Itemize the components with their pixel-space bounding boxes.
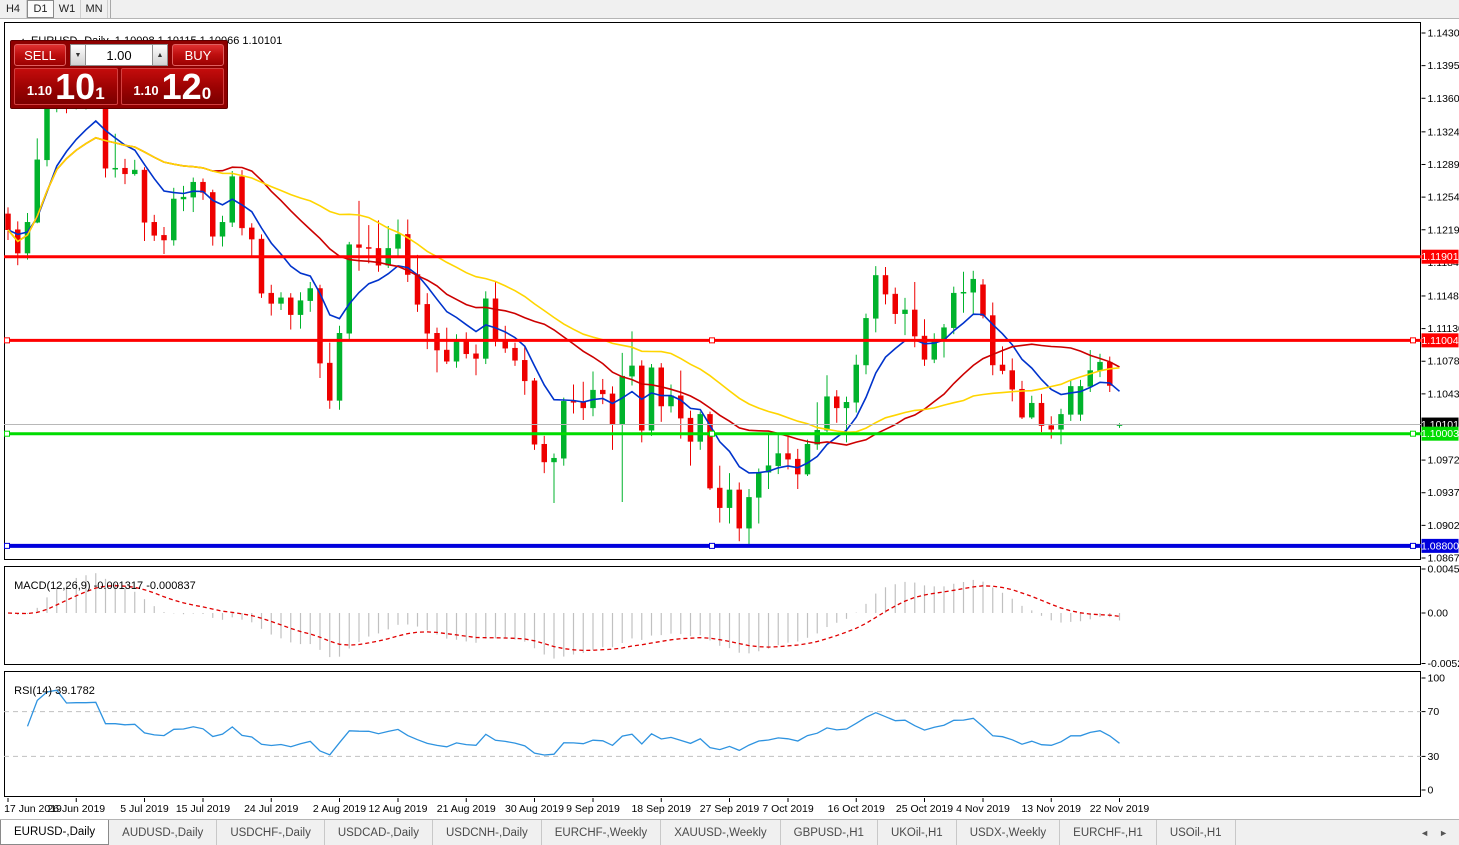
rsi-name: RSI(14) [14,685,53,697]
date-tick-label: 27 Sep 2019 [700,803,760,815]
sell-price-small: 1.10 [26,83,53,98]
timeframe-toolbar: H4 D1 W1 MN [0,0,1459,19]
tabs-scroll-left-icon[interactable]: ◄ [1415,828,1434,838]
buy-button[interactable]: BUY [172,44,224,66]
date-tick-label: 15 Jul 2019 [176,803,230,815]
sell-price-box[interactable]: 1.10 10 1 [14,68,118,105]
rsi-indicator-label: RSI(14) 39.1782 [8,673,95,697]
date-tick-label: 12 Aug 2019 [369,803,428,815]
rsi-pane[interactable] [4,671,1421,797]
date-tick-label: 16 Oct 2019 [828,803,885,815]
line-handle[interactable] [709,430,715,437]
axis-tick-label: 1.12540 [1428,192,1459,204]
axis-tick-label: 1.13240 [1428,126,1459,138]
line-handle[interactable] [709,542,715,549]
sell-price-sup: 1 [95,84,105,103]
axis-tick-label: 1.09370 [1428,487,1459,499]
date-tick-label: 26 Jun 2019 [47,803,105,815]
axis-tick-label: 1.14300 [1428,28,1459,40]
volume-input[interactable]: 1.00 [86,44,152,66]
macd-name: MACD(12,26,9) [14,580,91,592]
axis-tick-label: 100 [1428,673,1446,685]
rsi-value: 39.1782 [55,685,95,697]
chart-tab-usdchf-daily[interactable]: USDCHF-,Daily [217,820,325,845]
buy-price-big: 12 [161,66,202,108]
timeframe-button-mn[interactable]: MN [81,0,108,18]
chart-tab-usdcad-daily[interactable]: USDCAD-,Daily [325,820,433,845]
axis-tick-label: 1.11480 [1428,290,1459,302]
timeframe-button-h4[interactable]: H4 [0,0,27,18]
chart-tab-gbpusd-h1[interactable]: GBPUSD-,H1 [781,820,878,845]
axis-tick-label: 1.10430 [1428,388,1459,400]
chart-tab-audusd-daily[interactable]: AUDUSD-,Daily [109,820,218,845]
buy-price-box[interactable]: 1.10 12 0 [120,66,224,108]
axis-tick-label: 1.12190 [1428,224,1459,236]
axis-tick-label: 0 [1428,785,1434,797]
buy-price-sup: 0 [201,84,212,103]
date-tick-label: 25 Oct 2019 [896,803,953,815]
chart-tab-eurchf-weekly[interactable]: EURCHF-,Weekly [542,820,662,845]
axis-tick-label: 1.12890 [1428,159,1459,171]
macd-indicator-label: MACD(12,26,9) -0.001317 -0.000837 [8,568,196,592]
date-tick-label: 4 Nov 2019 [956,803,1010,815]
sell-price-big: 10 [55,66,96,108]
tab-scroll-arrows: ◄ ► [1415,820,1459,845]
price-axis: 1.14300 1.13950 1.13600 1.13240 1.12890 1.125… [1421,28,1459,797]
date-tick-label: 21 Aug 2019 [437,803,496,815]
line-handle[interactable] [1410,430,1416,437]
chart-tabbar: EURUSD-,Daily AUDUSD-,Daily USDCHF-,Daily U… [0,819,1459,845]
chart-tab-usdcnh-daily[interactable]: USDCNH-,Daily [433,820,542,845]
date-tick-label: 13 Nov 2019 [1021,803,1081,815]
chart-tab-xauusd-weekly[interactable]: XAUUSD-,Weekly [661,820,781,845]
chart-tab-eurusd-daily[interactable]: EURUSD-,Daily [0,820,110,845]
date-tick-label: 9 Sep 2019 [566,803,620,815]
chart-tab-ukoil-h1[interactable]: UKOil-,H1 [878,820,957,845]
price-badge-label: 1.08800 [1421,540,1459,552]
line-handle[interactable] [709,337,715,344]
axis-tick-label: 30 [1428,751,1440,763]
axis-tick-label: 1.09720 [1428,455,1459,467]
chart-tab-eurchf-h1[interactable]: EURCHF-,H1 [1060,820,1157,845]
line-handle[interactable] [1410,542,1416,549]
date-tick-label: 30 Aug 2019 [505,803,564,815]
date-tick-label: 22 Nov 2019 [1090,803,1150,815]
timeframe-button-d1[interactable]: D1 [27,0,54,18]
line-handle[interactable] [4,337,10,344]
date-tick-label: 2 Aug 2019 [313,803,366,815]
price-badge-label: 1.11901 [1421,251,1458,263]
line-handle[interactable] [4,430,10,437]
chart-tab-usdx-weekly[interactable]: USDX-,Weekly [957,820,1061,845]
axis-tick-label: 0.004536 [1428,564,1459,576]
price-badge-label: 1.10003 [1421,428,1459,440]
date-tick-label: 5 Jul 2019 [120,803,169,815]
one-click-trade-panel: SELL ▼ 1.00 ▲ BUY 1.10 10 1 1.10 12 0 [10,40,228,109]
tabs-scroll-right-icon[interactable]: ► [1434,828,1453,838]
chart-canvas: 1.14300 1.13950 1.13600 1.13240 1.12890 1.125… [4,22,1459,815]
date-tick-label: 18 Sep 2019 [631,803,691,815]
axis-tick-label: 1.09020 [1428,520,1459,532]
axis-tick-label: 1.13600 [1428,93,1459,105]
axis-tick-label: 70 [1428,706,1440,718]
timeframe-button-w1[interactable]: W1 [54,0,81,18]
toolbar-separator [110,0,111,18]
chart-tab-usoil-h1[interactable]: USOil-,H1 [1157,820,1236,845]
volume-decrease-icon[interactable]: ▼ [70,44,86,66]
date-axis: 17 Jun 201926 Jun 2019 5 Jul 2019 15 Jul 2… [4,798,1149,815]
axis-tick-label: 1.11130 [1428,323,1459,335]
line-handle[interactable] [1410,337,1416,344]
axis-tick-label: 1.10780 [1428,356,1459,368]
volume-spinner: ▼ 1.00 ▲ [70,44,168,66]
volume-increase-icon[interactable]: ▲ [152,44,168,66]
axis-tick-label: -0.00520 [1428,658,1459,670]
line-handle[interactable] [4,542,10,549]
macd-values: -0.001317 -0.000837 [93,580,196,592]
axis-tick-label: 1.13950 [1428,60,1459,72]
date-tick-label: 7 Oct 2019 [762,803,814,815]
buy-price-small: 1.10 [133,83,159,98]
macd-pane[interactable] [4,566,1421,665]
price-badge-label: 1.11004 [1421,335,1458,347]
axis-tick-label: 0.00 [1428,608,1449,620]
sell-button[interactable]: SELL [14,44,66,66]
date-tick-label: 24 Jul 2019 [244,803,298,815]
